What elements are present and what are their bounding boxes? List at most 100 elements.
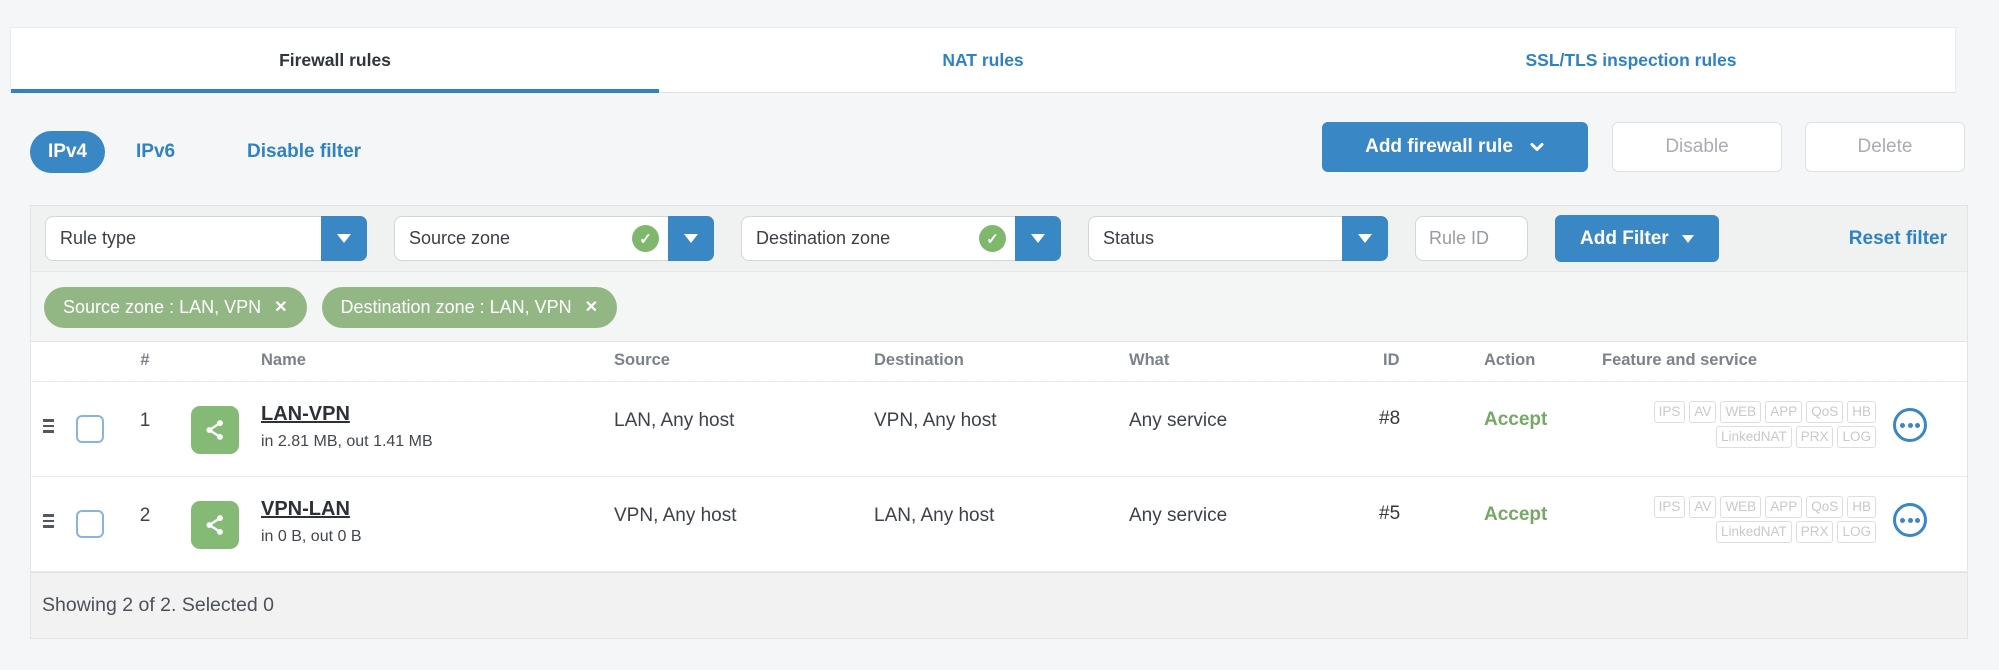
- column-header-destination: Destination: [874, 351, 964, 369]
- feature-badge: IPS: [1653, 496, 1686, 519]
- column-header-source: Source: [614, 351, 670, 369]
- tab-ssl-tls-inspection-rules[interactable]: SSL/TLS inspection rules: [1307, 28, 1955, 92]
- rule-what: Any service: [1129, 410, 1228, 431]
- add-filter-label: Add Filter: [1580, 227, 1669, 249]
- filter-controls-row: Rule type Source zone ✓ Destination zone…: [31, 206, 1967, 271]
- source-zone-select[interactable]: Source zone ✓: [394, 216, 714, 261]
- caret-down-icon: [684, 234, 698, 243]
- column-header-id: ID: [1383, 351, 1400, 369]
- table-summary-footer: Showing 2 of 2. Selected 0: [31, 572, 1967, 638]
- feature-badge: PRX: [1795, 426, 1834, 449]
- feature-badge: LinkedNAT: [1715, 426, 1792, 449]
- filter-chip-label: Destination zone : LAN, VPN: [340, 297, 572, 317]
- active-filter-chips-row: Source zone : LAN, VPN ✕ Destination zon…: [31, 271, 1967, 344]
- feature-badge: PRX: [1795, 521, 1834, 544]
- filter-chip-label: Source zone : LAN, VPN: [63, 297, 262, 317]
- table-summary-text: Showing 2 of 2. Selected 0: [42, 594, 274, 616]
- feature-badge: HB: [1847, 496, 1876, 519]
- feature-badge: WEB: [1720, 496, 1762, 519]
- add-firewall-rule-label: Add firewall rule: [1365, 136, 1513, 157]
- feature-badge: APP: [1765, 401, 1803, 424]
- destination-zone-select-label: Destination zone: [756, 228, 891, 248]
- share-network-icon: [191, 501, 239, 549]
- row-more-actions-icon[interactable]: [1893, 503, 1927, 537]
- filter-chip-destination-zone[interactable]: Destination zone : LAN, VPN ✕: [321, 287, 618, 328]
- rule-traffic-stats: in 0 B, out 0 B: [261, 528, 362, 545]
- feature-badges: IPS AV WEB APP QoS HB LinkedNAT PRX LOG: [1571, 496, 1876, 544]
- share-network-icon: [191, 406, 239, 454]
- feature-badges: IPS AV WEB APP QoS HB LinkedNAT PRX LOG: [1571, 401, 1876, 449]
- row-more-actions-icon[interactable]: [1893, 408, 1927, 442]
- reset-filter-link[interactable]: Reset filter: [1849, 228, 1953, 250]
- ipv4-toggle[interactable]: IPv4: [30, 131, 106, 173]
- rule-number: 2: [139, 505, 151, 526]
- tab-firewall-rules[interactable]: Firewall rules: [11, 28, 659, 93]
- table-row: 2 VPN-LAN in 0 B, out 0 B VPN, Any host …: [31, 477, 1967, 572]
- filter-chip-source-zone[interactable]: Source zone : LAN, VPN ✕: [44, 287, 307, 328]
- remove-filter-icon[interactable]: ✕: [585, 299, 598, 316]
- rule-type-select-label: Rule type: [60, 228, 137, 248]
- disable-filter-link[interactable]: Disable filter: [247, 141, 361, 163]
- rule-id: #5: [1379, 503, 1401, 524]
- feature-badge: AV: [1689, 496, 1717, 519]
- feature-badge: QoS: [1806, 496, 1844, 519]
- row-checkbox[interactable]: [76, 415, 104, 443]
- caret-down-icon: [337, 234, 351, 243]
- feature-badge: LOG: [1837, 426, 1876, 449]
- rule-id-input[interactable]: [1415, 216, 1528, 261]
- feature-badge: HB: [1847, 401, 1876, 424]
- rule-name-link[interactable]: VPN-LAN: [261, 498, 350, 521]
- chevron-down-icon: [1530, 143, 1544, 151]
- feature-badge: IPS: [1653, 401, 1686, 424]
- filter-active-check-icon: ✓: [979, 225, 1006, 252]
- column-header-action: Action: [1484, 351, 1536, 369]
- add-firewall-rule-button[interactable]: Add firewall rule: [1322, 122, 1588, 172]
- feature-badge: WEB: [1720, 401, 1762, 424]
- dropdown-button[interactable]: [668, 216, 714, 261]
- tab-nat-rules[interactable]: NAT rules: [659, 28, 1307, 92]
- dropdown-button[interactable]: [1015, 216, 1061, 261]
- feature-badge: QoS: [1806, 401, 1844, 424]
- drag-handle-icon[interactable]: [43, 419, 54, 433]
- rule-number: 1: [139, 410, 151, 431]
- disable-button[interactable]: Disable: [1612, 122, 1782, 172]
- rule-destination: VPN, Any host: [874, 410, 997, 431]
- rule-action-status: Accept: [1484, 504, 1548, 525]
- column-header-name: Name: [261, 351, 306, 369]
- rules-tab-bar: Firewall rules NAT rules SSL/TLS inspect…: [10, 27, 1956, 93]
- add-filter-button[interactable]: Add Filter: [1555, 215, 1719, 262]
- caret-down-icon: [1031, 234, 1045, 243]
- dropdown-button[interactable]: [1342, 216, 1388, 261]
- column-header-feature-and-service: Feature and service: [1602, 351, 1757, 369]
- feature-badge: AV: [1689, 401, 1717, 424]
- rule-what: Any service: [1129, 505, 1228, 526]
- delete-button[interactable]: Delete: [1805, 122, 1965, 172]
- caret-down-icon: [1681, 234, 1694, 243]
- rule-source: VPN, Any host: [614, 505, 737, 526]
- dropdown-button[interactable]: [321, 216, 367, 261]
- status-select[interactable]: Status: [1088, 216, 1388, 261]
- rule-name-link[interactable]: LAN-VPN: [261, 403, 350, 426]
- rule-action-status: Accept: [1484, 409, 1548, 430]
- remove-filter-icon[interactable]: ✕: [274, 299, 287, 316]
- feature-badge: LinkedNAT: [1715, 521, 1792, 544]
- caret-down-icon: [1358, 234, 1372, 243]
- row-checkbox[interactable]: [76, 510, 104, 538]
- status-select-label: Status: [1103, 228, 1155, 248]
- source-zone-select-label: Source zone: [409, 228, 511, 248]
- destination-zone-select[interactable]: Destination zone ✓: [741, 216, 1061, 261]
- column-header-what: What: [1129, 351, 1170, 369]
- table-header-row: # Name Source Destination What ID Action…: [31, 342, 1967, 382]
- rule-type-select[interactable]: Rule type: [45, 216, 367, 261]
- rule-traffic-stats: in 2.81 MB, out 1.41 MB: [261, 433, 433, 450]
- table-row: 1 LAN-VPN in 2.81 MB, out 1.41 MB LAN, A…: [31, 382, 1967, 477]
- ipv6-toggle[interactable]: IPv6: [136, 141, 175, 163]
- filter-panel: Rule type Source zone ✓ Destination zone…: [30, 205, 1968, 345]
- feature-badge: LOG: [1837, 521, 1876, 544]
- firewall-rules-table: # Name Source Destination What ID Action…: [30, 341, 1968, 639]
- drag-handle-icon[interactable]: [43, 514, 54, 528]
- column-header-number: #: [140, 351, 150, 369]
- feature-badge: APP: [1765, 496, 1803, 519]
- rule-source: LAN, Any host: [614, 410, 735, 431]
- filter-active-check-icon: ✓: [632, 225, 659, 252]
